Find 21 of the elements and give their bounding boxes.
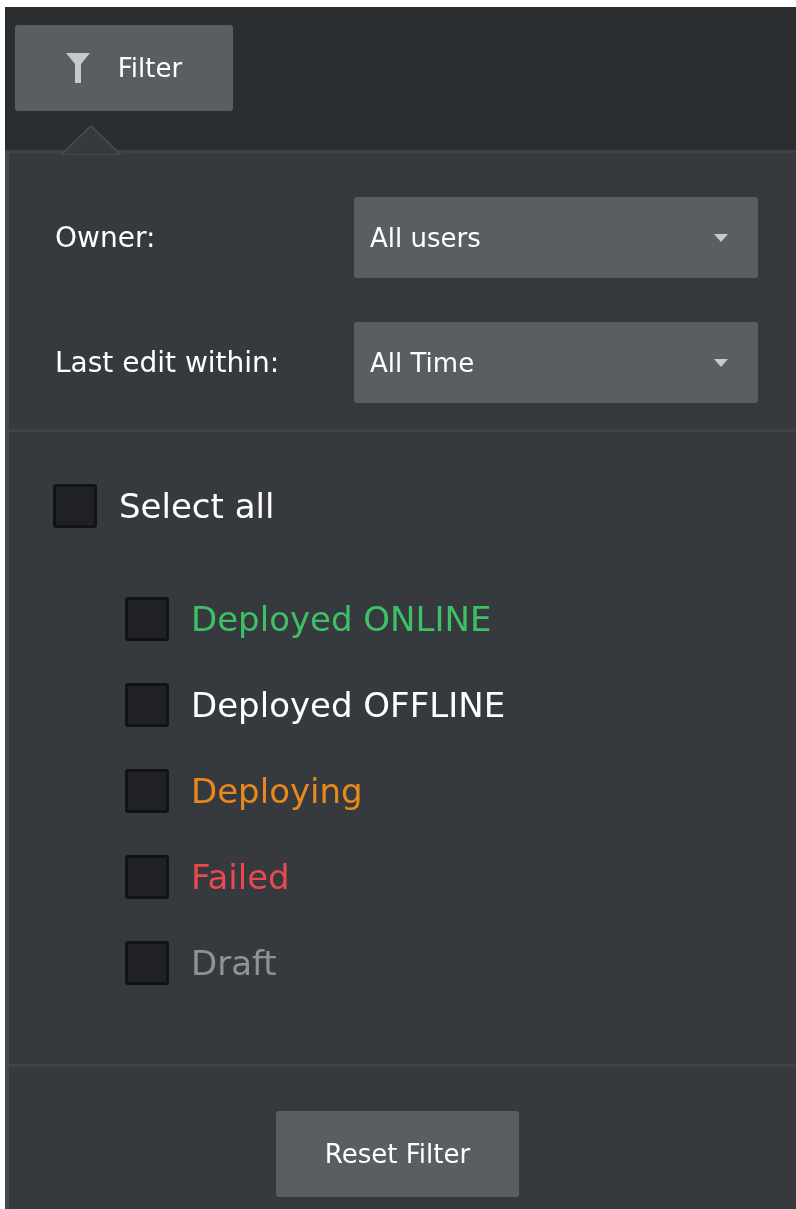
field-label: Owner: [55,221,156,254]
caret-icon [714,233,728,242]
caret-icon [714,358,728,367]
status-label: Deployed ONLINE [191,599,492,639]
dropdown[interactable]: All Time [354,322,758,403]
status-label: Deploying [191,771,363,811]
checkbox[interactable] [125,683,169,727]
funnel-icon [65,53,90,83]
checkbox[interactable] [53,484,97,528]
checkbox[interactable] [125,597,169,641]
status-label: Failed [191,857,290,897]
checkbox[interactable] [125,855,169,899]
field-label: Last edit within: [55,346,280,379]
filter-button[interactable]: Filter [15,25,233,111]
dropdown[interactable]: All users [354,197,758,278]
status-label: Draft [191,943,277,983]
checkbox[interactable] [125,941,169,985]
reset-filter-button[interactable]: Reset Filter [276,1111,519,1197]
status-label: Deployed OFFLINE [191,685,506,725]
checkbox[interactable] [125,769,169,813]
checkbox-label: Select all [119,486,275,526]
